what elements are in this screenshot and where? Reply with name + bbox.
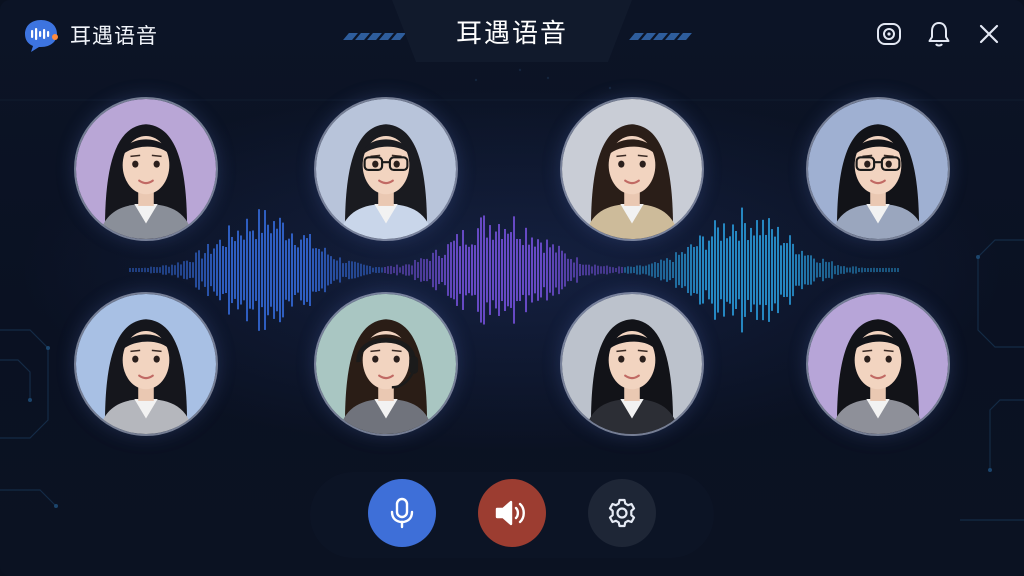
participant-portrait [314,97,458,241]
participant-avatar[interactable] [314,292,458,436]
voice-chat-window: 耳遇语音 耳遇语音 [0,0,1024,576]
header-decoration-left [343,33,406,40]
participant-portrait [560,97,704,241]
participant-portrait [560,292,704,436]
participant-avatar[interactable] [74,97,218,241]
record-button[interactable] [876,18,902,50]
participant-avatar[interactable] [560,97,704,241]
speaker-icon [495,500,525,526]
participant-avatar[interactable] [560,292,704,436]
header-decoration-right [629,33,692,40]
close-icon [979,24,999,44]
window-title: 耳遇语音 [455,18,568,49]
brand: 耳遇语音 [22,16,158,54]
participant-avatar[interactable] [74,292,218,436]
speaker-button[interactable] [478,479,546,547]
participant-avatar[interactable] [806,97,950,241]
microphone-button[interactable] [368,479,436,547]
microphone-icon [390,497,414,529]
participant-portrait [74,292,218,436]
participant-portrait [806,97,950,241]
settings-button[interactable] [588,479,656,547]
notification-button[interactable] [926,18,952,50]
close-button[interactable] [976,18,1002,50]
chat-bubble-logo-icon [22,16,60,54]
participant-avatar[interactable] [806,292,950,436]
participant-portrait [314,292,458,436]
participant-avatar[interactable] [314,97,458,241]
participant-portrait [74,97,218,241]
brand-name: 耳遇语音 [70,24,158,48]
bell-icon [928,22,950,47]
title-tab: 耳遇语音 [392,0,632,62]
participant-portrait [806,292,950,436]
record-icon [877,23,901,45]
top-actions [876,18,1002,50]
gear-icon [608,498,636,528]
